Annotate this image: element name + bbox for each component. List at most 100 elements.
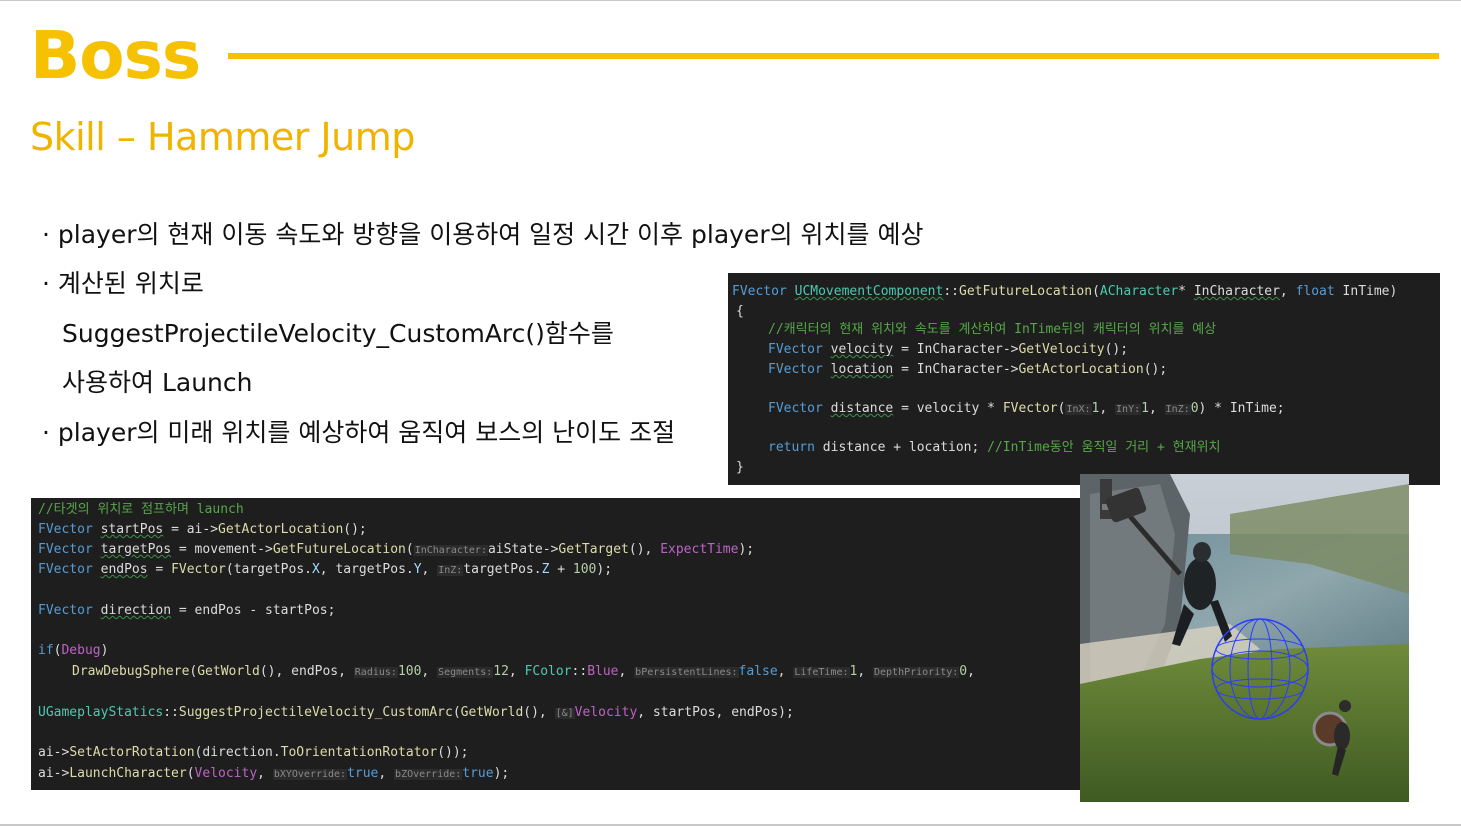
code1-line-signature: FVector UCMovementComponent::GetFutureLo… — [732, 282, 1397, 302]
code-token: 0 — [1190, 401, 1199, 416]
param-hint: [&] — [554, 708, 575, 719]
code-token: ( — [405, 542, 414, 557]
code-token: 1 — [1141, 401, 1149, 416]
code-token: FVector — [171, 562, 226, 577]
code-token: = ai-> — [163, 522, 219, 537]
code-token: , — [777, 664, 794, 679]
slide-subtitle: Skill – Hammer Jump — [30, 115, 415, 159]
code-token: , — [1148, 401, 1165, 416]
code2-line-debug-sphere: DrawDebugSphere(GetWorld(), endPos, Radi… — [72, 662, 975, 682]
param-hint: LifeTime: — [793, 667, 850, 678]
code-token: (); — [343, 522, 367, 537]
code-token: location — [830, 362, 894, 377]
code-token: , — [967, 664, 975, 679]
code-token: (direction. — [194, 745, 281, 760]
code-token: FVector — [38, 542, 93, 557]
code-token: , startPos, endPos); — [637, 705, 794, 720]
code-token: = movement-> — [171, 542, 273, 557]
param-hint: InY: — [1115, 404, 1142, 415]
code-token: = InCharacter-> — [893, 362, 1019, 377]
code-token: = InCharacter-> — [893, 342, 1019, 357]
code-token: ); — [738, 542, 755, 557]
code-token: GetActorLocation — [218, 522, 344, 537]
code-token: * — [1178, 284, 1194, 299]
code-token: ai-> — [38, 766, 70, 781]
code-token: (), endPos, — [259, 664, 354, 679]
code-token: endPos — [100, 562, 148, 577]
code-token: = velocity * — [893, 401, 1003, 416]
code-token: ( — [452, 705, 461, 720]
code-token: distance + location; — [814, 440, 988, 455]
code-token: ( — [1092, 284, 1100, 299]
code-token: velocity — [830, 342, 894, 357]
param-hint: InCharacter: — [413, 545, 488, 556]
code-token: GetFutureLocation — [959, 284, 1093, 299]
code-token: (); — [1104, 342, 1129, 357]
code1-line-velocity: FVector velocity = InCharacter->GetVeloc… — [768, 340, 1128, 360]
code-token: = endPos - startPos; — [171, 603, 336, 618]
code-token: float — [1295, 284, 1335, 299]
code-token: false — [738, 664, 778, 679]
code2-line-comment: //타겟의 위치로 점프하며 launch — [38, 502, 244, 517]
code-token: , — [1099, 401, 1116, 416]
param-hint: bPersistentLines: — [634, 667, 739, 678]
code-token: , — [618, 664, 635, 679]
param-hint: Segments: — [437, 667, 494, 678]
code-token: , — [421, 562, 438, 577]
code-token: SuggestProjectileVelocity_CustomArc — [178, 705, 453, 720]
code-token: GetFutureLocation — [272, 542, 406, 557]
bullet-launch: 사용하여 Launch — [62, 368, 253, 397]
code2-line-targetpos: FVector targetPos = movement->GetFutureL… — [38, 540, 754, 560]
code-token: 12 — [493, 664, 509, 679]
code1-line-location: FVector location = InCharacter->GetActor… — [768, 360, 1167, 380]
code-token: :: — [943, 284, 959, 299]
code-token: targetPos — [100, 542, 172, 557]
code-token: if — [38, 643, 54, 658]
code-token: FVector — [38, 562, 93, 577]
code2-line-set-rotation: ai->SetActorRotation(direction.ToOrienta… — [38, 743, 469, 763]
code-token: :: — [571, 664, 588, 679]
code-token: UCMovementComponent — [794, 284, 944, 299]
code-token: true — [347, 766, 379, 781]
code-token: FVector — [1002, 401, 1058, 416]
code-token: FVector — [768, 362, 823, 377]
code-token: return — [768, 440, 815, 455]
code-token: Velocity — [194, 766, 258, 781]
code-token: Blue — [587, 664, 619, 679]
param-hint: bXYOverride: — [272, 769, 348, 780]
code-token: , targetPos. — [319, 562, 414, 577]
code-token: aiState-> — [487, 542, 559, 557]
code-token: ToOrientationRotator — [280, 745, 438, 760]
game-screenshot — [1080, 474, 1409, 802]
code-token: ); — [596, 562, 613, 577]
code-block-jump-launch: //타겟의 위치로 점프하며 launch FVector startPos =… — [31, 498, 1080, 790]
code-token: :: — [163, 705, 179, 720]
code1-line-return: return distance + location; //InTime동안 움… — [768, 438, 1220, 458]
code-token: ACharacter — [1099, 284, 1179, 299]
code-token: true — [462, 766, 494, 781]
code1-line-open-brace: { — [736, 304, 744, 319]
code-token: LaunchCharacter — [69, 766, 187, 781]
code-token: 100 — [397, 664, 422, 679]
code-token: GetTarget — [558, 542, 629, 557]
code-token: ) — [100, 643, 109, 658]
code-token: + — [549, 562, 573, 577]
param-hint: InZ: — [1164, 404, 1191, 415]
code-token: , — [421, 664, 438, 679]
game-scene — [1080, 474, 1409, 802]
code-token: ai-> — [38, 745, 70, 760]
param-hint: DepthPriority: — [873, 667, 960, 678]
slide-title: Boss — [30, 17, 201, 94]
code-token: 100 — [572, 562, 597, 577]
code-token: GetActorLocation — [1018, 362, 1144, 377]
code-token: GetWorld — [197, 664, 260, 679]
code-token: 0 — [959, 664, 968, 679]
code-token: FVector — [38, 522, 93, 537]
param-hint: bZOverride: — [394, 769, 463, 780]
code-token: FVector — [38, 603, 93, 618]
code-token: SetActorRotation — [69, 745, 195, 760]
code-token: Velocity — [574, 705, 638, 720]
code-token: ()); — [437, 745, 469, 760]
code2-line-launch: ai->LaunchCharacter(Velocity, bXYOverrid… — [38, 764, 509, 784]
